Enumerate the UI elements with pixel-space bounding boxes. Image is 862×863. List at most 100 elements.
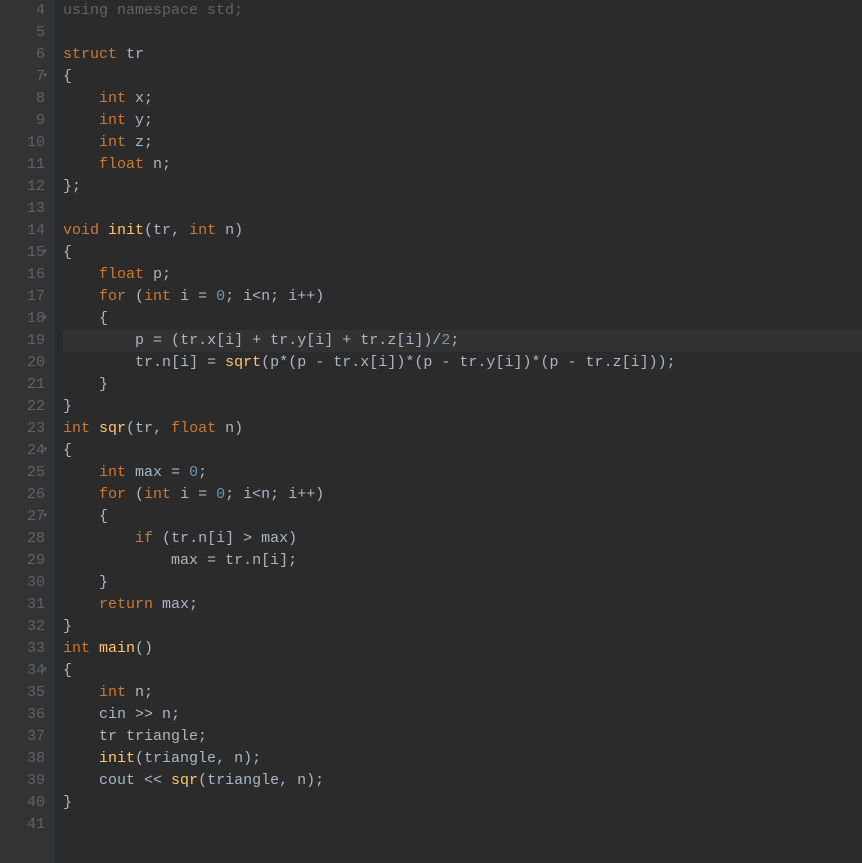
line-number: 34▾ (0, 660, 45, 682)
fold-marker-icon[interactable]: ▾ (42, 440, 48, 462)
code-line[interactable]: return max; (63, 594, 862, 616)
code-line[interactable]: using namespace std; (63, 0, 862, 22)
token-ident: i (243, 288, 252, 305)
code-line[interactable]: { (63, 660, 862, 682)
token-kw: int (99, 112, 135, 129)
token-kw: using (63, 2, 117, 19)
token-ident: n (252, 552, 261, 569)
code-line[interactable]: float n; (63, 154, 862, 176)
token-ident: tr (333, 354, 351, 371)
token-ident: n (234, 750, 243, 767)
token-ident: n (297, 772, 306, 789)
code-line[interactable]: { (63, 308, 862, 330)
fold-marker-icon[interactable]: ▾ (42, 242, 48, 264)
token-ident: tr triangle (99, 728, 198, 745)
token-ident (63, 596, 99, 613)
code-line[interactable]: int z; (63, 132, 862, 154)
code-line[interactable]: } (63, 572, 862, 594)
fold-marker-icon[interactable]: ▾ (42, 308, 48, 330)
line-number: 39 (0, 770, 45, 792)
token-punct: { (99, 310, 108, 327)
code-line[interactable]: int x; (63, 88, 862, 110)
code-line[interactable]: int max = 0; (63, 462, 862, 484)
code-line[interactable]: if (tr.n[i] > max) (63, 528, 862, 550)
token-punct: ( (171, 332, 180, 349)
code-line[interactable]: for (int i = 0; i<n; i++) (63, 484, 862, 506)
line-number: 20 (0, 352, 45, 374)
code-line[interactable]: int n; (63, 682, 862, 704)
code-line[interactable]: { (63, 242, 862, 264)
code-line[interactable] (63, 198, 862, 220)
token-ident: n (135, 684, 144, 701)
token-kw: void (63, 222, 108, 239)
token-ident: i (631, 354, 640, 371)
code-area[interactable]: using namespace std;struct tr{ int x; in… (55, 0, 862, 863)
token-punct: { (63, 442, 72, 459)
token-ident (63, 552, 171, 569)
token-ident (63, 354, 135, 371)
token-punct: ; (270, 288, 288, 305)
token-punct: ) (234, 222, 243, 239)
code-editor[interactable]: 4567▾89101112131415▾161718▾192021222324▾… (0, 0, 862, 863)
code-line[interactable]: int main() (63, 638, 862, 660)
token-op: = (153, 332, 171, 349)
code-line[interactable]: max = tr.n[i]; (63, 550, 862, 572)
line-number: 14 (0, 220, 45, 242)
token-ident: std (207, 2, 234, 19)
token-punct: [ (622, 354, 631, 371)
token-punct: , (216, 750, 234, 767)
code-line[interactable]: p = (tr.x[i] + tr.y[i] + tr.z[i])/2; (63, 330, 862, 352)
code-line[interactable] (63, 22, 862, 44)
token-punct: ( (126, 420, 135, 437)
token-func: sqrt (225, 354, 261, 371)
fold-marker-icon[interactable]: ▾ (42, 660, 48, 682)
code-line[interactable]: int y; (63, 110, 862, 132)
token-op: < (252, 288, 261, 305)
code-line[interactable]: void init(tr, int n) (63, 220, 862, 242)
code-line[interactable]: struct tr (63, 44, 862, 66)
code-line[interactable]: } (63, 396, 862, 418)
token-kw: int (63, 640, 99, 657)
line-number: 24▾ (0, 440, 45, 462)
fold-marker-icon[interactable]: ▾ (42, 66, 48, 88)
code-line[interactable]: for (int i = 0; i<n; i++) (63, 286, 862, 308)
code-line[interactable]: } (63, 792, 862, 814)
fold-marker-icon[interactable]: ▾ (42, 506, 48, 528)
token-ident: n (153, 156, 162, 173)
line-number: 38 (0, 748, 45, 770)
code-line[interactable]: } (63, 616, 862, 638)
line-number: 10 (0, 132, 45, 154)
code-line[interactable]: int sqr(tr, float n) (63, 418, 862, 440)
line-number: 18▾ (0, 308, 45, 330)
token-punct: ; (234, 2, 243, 19)
token-punct: ; (270, 486, 288, 503)
code-line[interactable]: init(triangle, n); (63, 748, 862, 770)
token-punct: ( (288, 354, 297, 371)
token-ident: i (225, 332, 234, 349)
token-ident: i (180, 354, 189, 371)
token-punct: [ (396, 332, 405, 349)
token-ident (63, 508, 99, 525)
token-punct: . (189, 530, 198, 547)
token-ident: p (153, 266, 162, 283)
token-kw: int (144, 486, 180, 503)
code-line[interactable]: float p; (63, 264, 862, 286)
code-line[interactable]: cin >> n; (63, 704, 862, 726)
token-func: init (108, 222, 144, 239)
token-ident: tr (180, 332, 198, 349)
code-line[interactable]: { (63, 66, 862, 88)
code-line[interactable]: } (63, 374, 862, 396)
code-line[interactable]: { (63, 506, 862, 528)
code-line[interactable]: }; (63, 176, 862, 198)
token-op: + (342, 332, 360, 349)
code-line[interactable] (63, 814, 862, 836)
token-ident: tr (135, 354, 153, 371)
token-ident (63, 266, 99, 283)
token-punct: ( (414, 354, 423, 371)
code-line[interactable]: tr triangle; (63, 726, 862, 748)
line-number: 23 (0, 418, 45, 440)
token-punct: ; (144, 90, 153, 107)
code-line[interactable]: cout << sqr(triangle, n); (63, 770, 862, 792)
code-line[interactable]: { (63, 440, 862, 462)
code-line[interactable]: tr.n[i] = sqrt(p*(p - tr.x[i])*(p - tr.y… (63, 352, 862, 374)
